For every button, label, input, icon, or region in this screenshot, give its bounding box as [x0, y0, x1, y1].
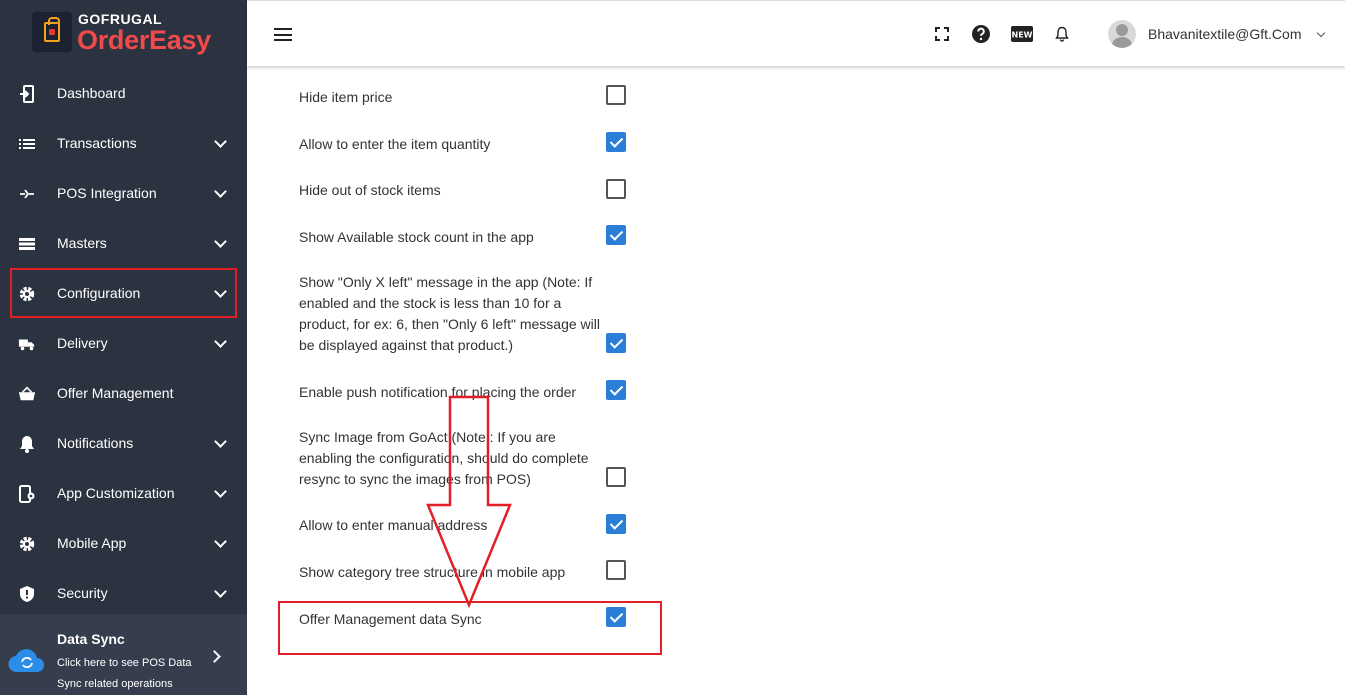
setting-checkbox[interactable]	[606, 380, 626, 400]
sidebar-item-mobile-app[interactable]: Mobile App	[0, 518, 247, 568]
sidebar-item-label: Masters	[57, 235, 107, 251]
setting-label: Allow to enter the item quantity	[299, 136, 491, 152]
sidebar-item-label: POS Integration	[57, 185, 157, 201]
shield-icon	[18, 585, 36, 603]
sidebar-item-offer-management[interactable]: Offer Management	[0, 368, 247, 418]
setting-checkbox[interactable]	[606, 179, 626, 199]
gear-icon	[18, 535, 36, 553]
down-arrow-annotation	[426, 395, 512, 609]
sidebar-item-label: Configuration	[57, 285, 141, 301]
setting-label: Hide item price	[299, 89, 393, 105]
sidebar-item-pos-integration[interactable]: POS Integration	[0, 168, 247, 218]
sidebar-item-label: App Customization	[57, 485, 175, 501]
setting-row: Hide out of stock items	[299, 180, 629, 201]
setting-row: Allow to enter the item quantity	[299, 134, 629, 155]
setting-checkbox[interactable]	[606, 560, 626, 580]
brand-logo[interactable]: GOFRUGAL OrderEasy	[0, 0, 247, 66]
chevron-down-icon	[214, 435, 227, 448]
chevron-down-icon	[214, 235, 227, 248]
sidebar-item-masters[interactable]: Masters	[0, 218, 247, 268]
sidebar-item-label: Delivery	[57, 335, 108, 351]
bell-icon	[18, 435, 36, 453]
delivery-icon	[18, 335, 36, 353]
setting-checkbox[interactable]	[606, 225, 626, 245]
sidebar-item-transactions[interactable]: Transactions	[0, 118, 247, 168]
setting-checkbox[interactable]	[606, 333, 626, 353]
top-header: NEW Bhavanitextile@Gft.Com	[247, 0, 1345, 66]
sidebar-item-dashboard[interactable]: Dashboard	[0, 68, 247, 118]
sidebar-item-label: Notifications	[57, 435, 134, 451]
setting-row: Show "Only X left" message in the app (N…	[299, 272, 629, 356]
fullscreen-icon[interactable]	[931, 23, 953, 45]
bell-icon[interactable]	[1051, 23, 1073, 45]
data-sync-subtitle: Click here to see POS Data Sync related …	[57, 657, 192, 690]
integration-icon	[18, 185, 36, 203]
chevron-down-icon	[214, 285, 227, 298]
help-icon[interactable]	[970, 23, 992, 45]
setting-label: Show Available stock count in the app	[299, 229, 534, 245]
data-sync-panel[interactable]: Data Sync Click here to see POS Data Syn…	[0, 614, 247, 695]
sidebar-item-configuration[interactable]: Configuration	[10, 268, 237, 318]
chevron-down-icon	[214, 585, 227, 598]
setting-row: Hide item price	[299, 87, 629, 108]
chevron-down-icon	[214, 185, 227, 198]
basket-icon	[18, 385, 36, 403]
chevron-down-icon	[214, 535, 227, 548]
sidebar-item-label: Transactions	[57, 135, 137, 151]
shopping-bag-icon	[32, 12, 72, 52]
setting-checkbox[interactable]	[606, 85, 626, 105]
masters-icon	[18, 235, 36, 253]
sidebar-item-security[interactable]: Security	[0, 568, 247, 618]
gear-icon	[18, 285, 36, 303]
setting-checkbox[interactable]	[606, 132, 626, 152]
sidebar-menu: Dashboard Transactions POS Integration M…	[0, 68, 247, 618]
sidebar: GOFRUGAL OrderEasy Dashboard Transaction…	[0, 0, 247, 695]
sidebar-item-notifications[interactable]: Notifications	[0, 418, 247, 468]
setting-checkbox[interactable]	[606, 467, 626, 487]
chevron-down-icon	[214, 485, 227, 498]
dashboard-icon	[18, 85, 36, 103]
user-email[interactable]: Bhavanitextile@Gft.Com	[1148, 26, 1302, 42]
setting-label: Show "Only X left" message in the app (N…	[299, 274, 600, 353]
sidebar-item-delivery[interactable]: Delivery	[0, 318, 247, 368]
sidebar-item-label: Mobile App	[57, 535, 127, 551]
setting-row: Show Available stock count in the app	[299, 227, 629, 248]
new-badge-text: NEW	[1012, 31, 1033, 40]
list-icon	[18, 135, 36, 153]
brand-main: OrderEasy	[77, 25, 211, 55]
setting-checkbox[interactable]	[606, 514, 626, 534]
hamburger-menu-icon[interactable]	[274, 28, 292, 41]
setting-label: Hide out of stock items	[299, 182, 441, 198]
data-sync-title: Data Sync	[57, 631, 125, 647]
sidebar-item-label: Security	[57, 585, 108, 601]
chevron-down-icon	[214, 135, 227, 148]
app-customization-icon	[18, 485, 36, 503]
sidebar-item-app-customization[interactable]: App Customization	[0, 468, 247, 518]
new-badge-icon[interactable]: NEW	[1010, 23, 1034, 45]
sidebar-item-label: Offer Management	[57, 385, 174, 401]
cloud-sync-icon	[7, 647, 47, 673]
avatar[interactable]	[1108, 20, 1136, 48]
chevron-down-icon	[214, 335, 227, 348]
sidebar-item-label: Dashboard	[57, 85, 126, 101]
chevron-down-icon[interactable]	[1316, 28, 1326, 38]
